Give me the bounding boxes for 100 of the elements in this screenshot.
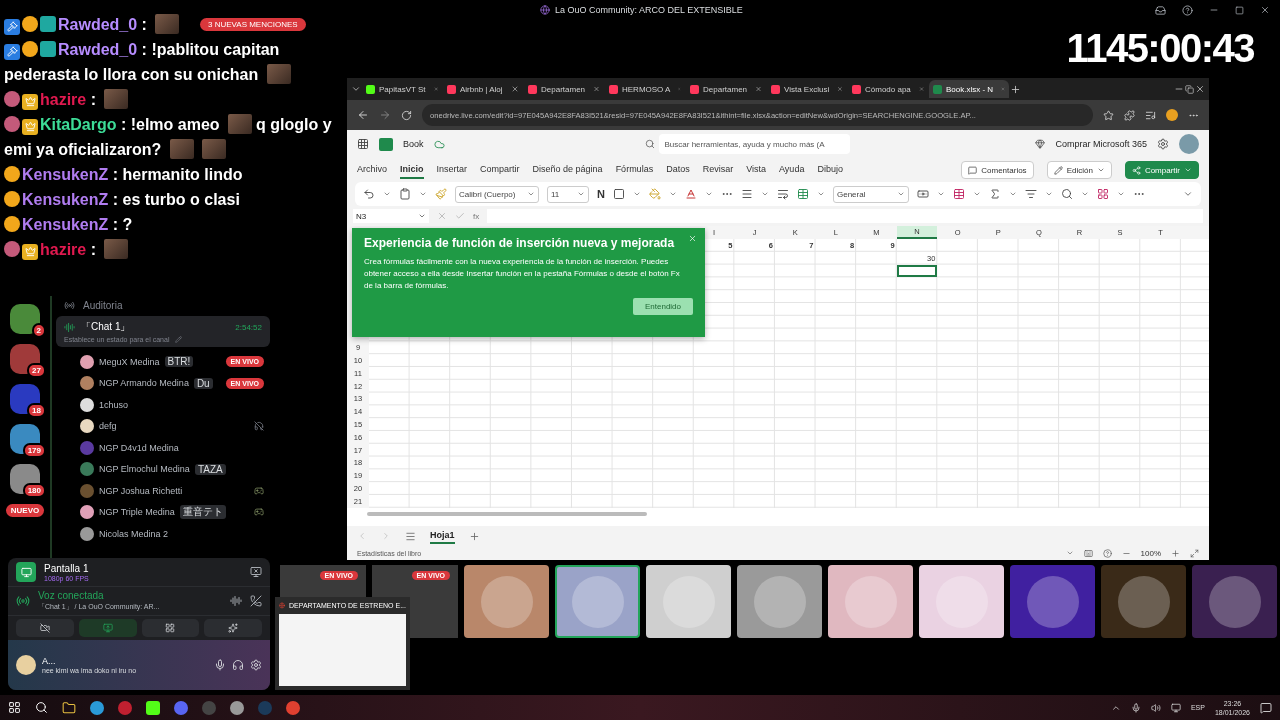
- browser-tab[interactable]: HERMOSO A: [605, 80, 685, 98]
- ribbon-tab[interactable]: Ayuda: [779, 161, 805, 179]
- chevron-down-icon[interactable]: [1008, 190, 1017, 198]
- reload-icon[interactable]: [401, 109, 412, 121]
- start-icon[interactable]: [8, 701, 21, 714]
- stop-sharing-icon[interactable]: [250, 566, 262, 578]
- participant-tile[interactable]: [1010, 565, 1095, 638]
- chevron-down-icon[interactable]: [1183, 189, 1193, 199]
- ribbon-tab[interactable]: Datos: [666, 161, 690, 179]
- folder-icon[interactable]: [62, 700, 76, 715]
- member-name[interactable]: defg: [99, 421, 117, 432]
- zoom-level[interactable]: 100%: [1140, 548, 1161, 558]
- participant-tile[interactable]: [1192, 565, 1277, 638]
- maximize-icon[interactable]: [1235, 5, 1244, 15]
- filter-icon[interactable]: [1024, 188, 1037, 200]
- ribbon-tab[interactable]: Dibujo: [817, 161, 843, 179]
- close-icon[interactable]: [593, 85, 600, 93]
- participant-tile[interactable]: [737, 565, 822, 638]
- close-icon[interactable]: [511, 85, 519, 93]
- chevron-down-icon[interactable]: [419, 190, 427, 198]
- volume-icon[interactable]: [1150, 702, 1161, 713]
- undo-icon[interactable]: [363, 188, 375, 200]
- participant-tile[interactable]: [464, 565, 549, 638]
- browser-tab[interactable]: Vista Exclusi: [767, 80, 847, 98]
- member-name[interactable]: NGP Armando Medina: [99, 378, 189, 389]
- app-icon[interactable]: [146, 700, 160, 715]
- extensions-icon[interactable]: [1124, 109, 1135, 121]
- app-icon[interactable]: [230, 700, 244, 715]
- add-sheet-icon[interactable]: [468, 530, 480, 542]
- table-icon[interactable]: [796, 188, 809, 200]
- zoom-in-icon[interactable]: [1171, 548, 1180, 558]
- app-launcher-icon[interactable]: [357, 138, 369, 150]
- tab-list-icon[interactable]: [351, 84, 361, 94]
- search-icon[interactable]: [35, 701, 48, 714]
- new-tab-icon[interactable]: [1010, 83, 1021, 95]
- user-avatar[interactable]: [16, 655, 36, 675]
- share-button[interactable]: Compartir: [1124, 161, 1199, 179]
- file-name[interactable]: Book: [403, 139, 424, 149]
- comments-button[interactable]: Comentarios: [961, 161, 1034, 179]
- font-size-dropdown[interactable]: 11: [547, 185, 589, 203]
- chevron-down-icon[interactable]: [936, 190, 945, 198]
- name-box[interactable]: N3: [353, 209, 429, 223]
- scrollbar-thumb[interactable]: [367, 511, 647, 516]
- app-icon[interactable]: [90, 700, 104, 715]
- browser-tab[interactable]: Departamen: [524, 80, 604, 98]
- chevron-down-icon[interactable]: [1044, 190, 1053, 198]
- paintbrush-icon[interactable]: [435, 188, 447, 200]
- forward-icon[interactable]: [379, 109, 391, 121]
- align-icon[interactable]: [740, 188, 753, 200]
- chevron-down-icon[interactable]: [1065, 549, 1074, 557]
- member-name[interactable]: NGP Elmochul Medina: [99, 464, 190, 475]
- sigma-icon[interactable]: [988, 188, 1001, 200]
- function-button[interactable]: fx: [473, 211, 480, 221]
- pencil-icon[interactable]: [175, 336, 183, 343]
- media-icon[interactable]: [1145, 109, 1156, 121]
- member-name[interactable]: NGP Joshua Richetti: [99, 485, 183, 496]
- profile-avatar[interactable]: [1166, 109, 1178, 121]
- buy-link[interactable]: Comprar Microsoft 365: [1055, 139, 1147, 149]
- participant-tile[interactable]: [919, 565, 1004, 638]
- paint-bucket-icon[interactable]: [648, 188, 661, 200]
- grid-icon[interactable]: [1096, 188, 1109, 200]
- editing-button[interactable]: Edición: [1046, 161, 1112, 179]
- voice-status[interactable]: Voz conectada: [38, 590, 222, 601]
- ribbon-tab[interactable]: Diseño de página: [532, 161, 603, 179]
- member-name[interactable]: 1chuso: [99, 399, 129, 410]
- search-field[interactable]: Buscar herramientas, ayuda y mucho más (A: [658, 134, 850, 154]
- check-icon[interactable]: [455, 211, 465, 221]
- ribbon-tab[interactable]: Revisar: [702, 161, 734, 179]
- chevron-down-icon[interactable]: [668, 190, 677, 198]
- channel-name[interactable]: Auditoria: [83, 299, 123, 311]
- camera-off-button[interactable]: [16, 619, 74, 637]
- help-icon[interactable]: [1102, 548, 1112, 558]
- close-icon[interactable]: [1260, 5, 1270, 15]
- browser-tab[interactable]: Book.xlsx - N: [929, 80, 1009, 98]
- bold-button[interactable]: N: [597, 188, 605, 200]
- microphone-icon[interactable]: [1130, 702, 1141, 713]
- settings-icon[interactable]: [1157, 138, 1169, 150]
- number-format-dropdown[interactable]: General: [832, 185, 909, 203]
- font-color-icon[interactable]: [684, 188, 697, 200]
- sheet-tab[interactable]: Hoja1: [430, 528, 455, 544]
- ribbon-tab[interactable]: Fórmulas: [615, 161, 654, 179]
- fullscreen-icon[interactable]: [1190, 548, 1199, 558]
- bookmark-icon[interactable]: [1103, 109, 1114, 121]
- browser-tab[interactable]: Departamen: [686, 80, 766, 98]
- chevron-down-icon[interactable]: [1116, 190, 1125, 198]
- restore-icon[interactable]: [1185, 84, 1194, 94]
- headphones-icon[interactable]: [232, 659, 244, 671]
- help-icon[interactable]: [1182, 4, 1193, 16]
- microphone-icon[interactable]: [214, 659, 226, 671]
- account-avatar[interactable]: [1179, 134, 1199, 154]
- browser-tab[interactable]: PapitasVT St: [362, 80, 442, 98]
- inbox-icon[interactable]: [1155, 4, 1166, 16]
- chevron-down-icon[interactable]: [972, 190, 981, 198]
- ribbon-tab[interactable]: Archivo: [357, 161, 387, 179]
- active-cell[interactable]: [896, 264, 938, 278]
- hang-up-icon[interactable]: [250, 595, 262, 607]
- close-icon[interactable]: [755, 85, 762, 93]
- activities-button[interactable]: [141, 619, 200, 637]
- participant-tile[interactable]: [1101, 565, 1186, 638]
- chevron-down-icon[interactable]: [760, 190, 769, 198]
